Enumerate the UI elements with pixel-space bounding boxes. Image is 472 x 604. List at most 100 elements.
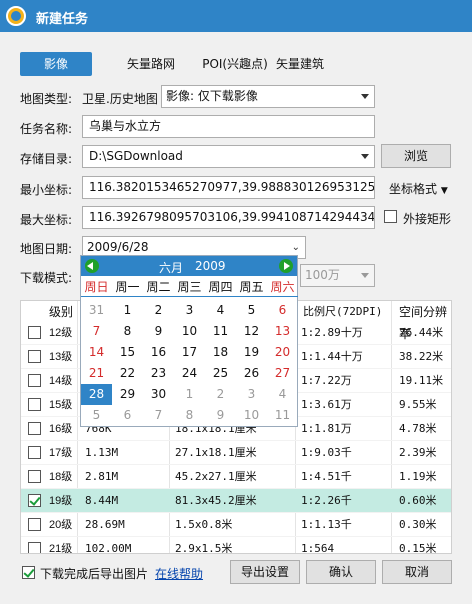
calendar-day[interactable]: 13 [267,321,298,342]
calendar-day[interactable]: 15 [112,342,143,363]
calendar-day[interactable]: 7 [81,321,112,342]
download-mode-label: 下载模式: [20,271,73,285]
column-header-level: 级别 [49,305,74,319]
min-coord-input[interactable]: 116.3820153465270977,39.9888301269531254 [82,176,375,199]
calendar-day[interactable]: 31 [81,300,112,321]
calendar-day[interactable]: 11 [205,321,236,342]
calendar-day[interactable]: 26 [236,363,267,384]
calendar-day[interactable]: 30 [143,384,174,405]
task-name-input[interactable]: 乌巢与水立方 [82,115,375,138]
calendar-day[interactable]: 18 [205,342,236,363]
calendar-day[interactable]: 6 [112,405,143,426]
row-checkbox[interactable] [28,374,41,387]
calendar-day[interactable]: 8 [174,405,205,426]
calendar-day[interactable]: 27 [267,363,298,384]
calendar-day-selected[interactable]: 28 [81,384,112,405]
level-cell: 20级 [49,519,73,531]
calendar-day[interactable]: 19 [236,342,267,363]
calendar-day[interactable]: 7 [143,405,174,426]
tab-imagery[interactable]: 影像 [20,52,92,76]
coord-format-button[interactable]: 坐标格式 ▼ [389,180,448,197]
previous-month-icon[interactable] [85,259,99,273]
dimensions-cell: 2.9x1.5米 [175,542,233,554]
window-title: 新建任务 [36,12,89,27]
calendar-day[interactable]: 1 [112,300,143,321]
export-settings-button[interactable]: 导出设置 [230,560,300,584]
calendar-day[interactable]: 4 [205,300,236,321]
table-row[interactable]: 19级 8.44M 81.3x45.2厘米 1:2.26千 0.60米 [21,489,451,513]
row-checkbox[interactable] [28,398,41,411]
row-checkbox[interactable] [28,494,41,507]
calendar-day[interactable]: 5 [236,300,267,321]
tab-vector-buildings[interactable]: 矢量建筑 [270,52,330,76]
scale-cell: 1:1.13千 [301,518,352,531]
calendar-day[interactable]: 20 [267,342,298,363]
calendar-day[interactable]: 5 [81,405,112,426]
level-cell: 21级 [49,543,73,554]
level-cell: 18级 [49,471,73,483]
calendar-year[interactable]: 2009 [195,259,226,273]
weekday-header: 周三 [174,278,205,297]
calendar-day[interactable]: 21 [81,363,112,384]
storage-dir-combo[interactable]: D:\SGDownload [82,145,375,168]
level-cell: 16级 [49,423,73,435]
calendar-day[interactable]: 2 [143,300,174,321]
resolution-cell: 4.78米 [399,422,437,435]
calendar-day[interactable]: 23 [143,363,174,384]
online-help-link[interactable]: 在线帮助 [155,565,203,582]
coord-format-label: 坐标格式 [389,182,438,196]
calendar-day[interactable]: 8 [112,321,143,342]
calendar-day[interactable]: 2 [205,384,236,405]
calendar-day[interactable]: 22 [112,363,143,384]
title-bar: 新建任务 [0,0,472,32]
browse-button[interactable]: 浏览 [381,144,451,168]
calendar-day[interactable]: 24 [174,363,205,384]
task-name-label: 任务名称: [20,122,73,136]
calendar-day[interactable]: 6 [267,300,298,321]
bbox-checkbox[interactable] [384,210,397,223]
download-content-combo[interactable]: 影像: 仅下载影像 [161,85,375,108]
calendar-day[interactable]: 3 [174,300,205,321]
max-coord-input[interactable]: 116.3926798095703106,39.9941087142944340 [82,206,375,229]
cancel-button[interactable]: 取消 [382,560,452,584]
scale-cell: 1:3.61万 [301,398,352,411]
level-cell: 13级 [49,351,73,363]
confirm-button[interactable]: 确认 [306,560,376,584]
level-cell: 15级 [49,399,73,411]
table-row[interactable]: 20级 28.69M 1.5x0.8米 1:1.13千 0.30米 [21,513,451,537]
row-checkbox[interactable] [28,422,41,435]
calendar-month[interactable]: 六月 [159,259,183,276]
calendar-header: 六月 2009 [81,256,297,276]
globe-icon [6,6,26,26]
calendar-day[interactable]: 9 [205,405,236,426]
table-row[interactable]: 18级 2.81M 45.2x27.1厘米 1:4.51千 1.19米 [21,465,451,489]
size-cell: 2.81M [85,470,119,483]
calendar-day[interactable]: 3 [236,384,267,405]
calendar-day[interactable]: 17 [174,342,205,363]
calendar-day[interactable]: 16 [143,342,174,363]
table-row[interactable]: 21级 102.00M 2.9x1.5米 1:564 0.15米 [21,537,451,554]
calendar-day[interactable]: 9 [143,321,174,342]
export-after-download-checkbox[interactable] [22,566,35,579]
download-mode-combo[interactable]: 100万 [300,264,375,287]
row-checkbox[interactable] [28,470,41,483]
storage-dir-label: 存储目录: [20,152,73,166]
row-checkbox[interactable] [28,326,41,339]
calendar-day[interactable]: 11 [267,405,298,426]
calendar-day[interactable]: 1 [174,384,205,405]
calendar-day[interactable]: 10 [174,321,205,342]
calendar-day[interactable]: 29 [112,384,143,405]
calendar-day[interactable]: 4 [267,384,298,405]
bbox-checkbox-label: 外接矩形 [403,212,452,226]
row-checkbox[interactable] [28,542,41,553]
level-cell: 17级 [49,447,73,459]
next-month-icon[interactable] [279,259,293,273]
row-checkbox[interactable] [28,446,41,459]
calendar-day[interactable]: 25 [205,363,236,384]
table-row[interactable]: 17级 1.13M 27.1x18.1厘米 1:9.03千 2.39米 [21,441,451,465]
calendar-day[interactable]: 10 [236,405,267,426]
calendar-day[interactable]: 14 [81,342,112,363]
row-checkbox[interactable] [28,518,41,531]
calendar-day[interactable]: 12 [236,321,267,342]
row-checkbox[interactable] [28,350,41,363]
